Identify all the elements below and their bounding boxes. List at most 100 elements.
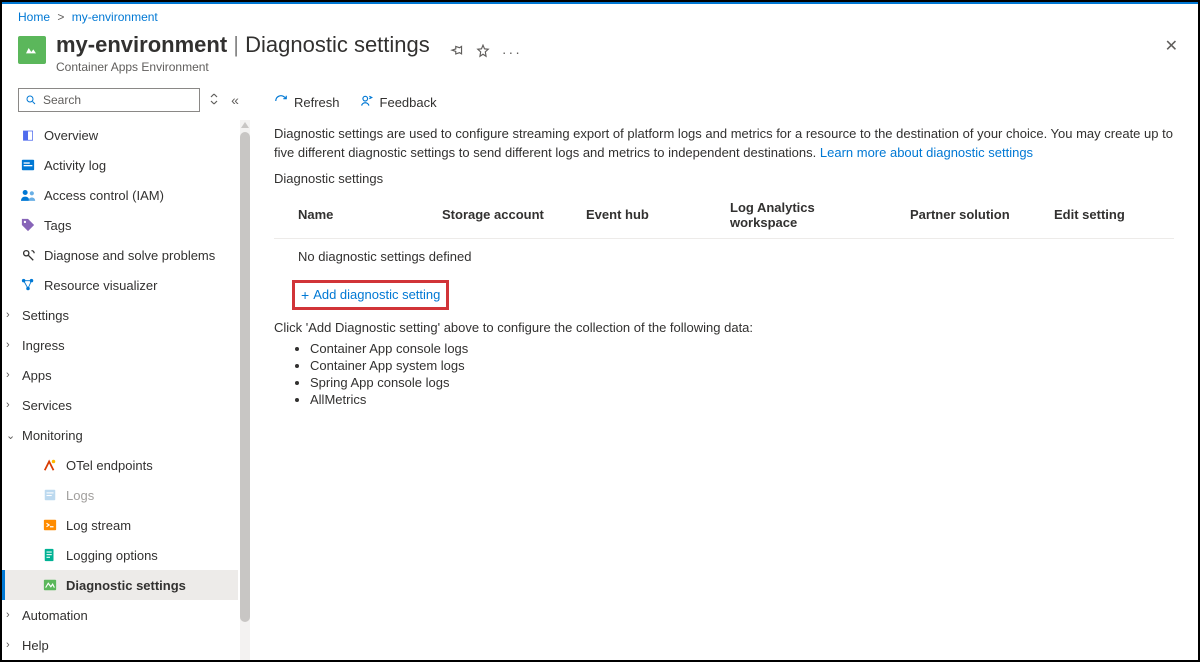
nav-label: Logs — [66, 488, 94, 503]
access-control-icon — [20, 187, 36, 203]
chevron-right-icon: › — [6, 399, 20, 411]
nav-ingress-group[interactable]: › Ingress — [2, 330, 238, 360]
list-item: AllMetrics — [310, 392, 1174, 407]
refresh-label: Refresh — [294, 95, 340, 110]
col-edit: Edit setting — [1030, 192, 1174, 239]
diagnostic-settings-table: Name Storage account Event hub Log Analy… — [274, 192, 1174, 274]
nav-log-stream[interactable]: Log stream — [2, 510, 238, 540]
plus-icon: + — [301, 287, 309, 303]
nav-diagnostic-settings[interactable]: Diagnostic settings — [2, 570, 238, 600]
nav-otel-endpoints[interactable]: OTel endpoints — [2, 450, 238, 480]
nav-label: Resource visualizer — [44, 278, 157, 293]
feedback-label: Feedback — [380, 95, 437, 110]
nav-label: OTel endpoints — [66, 458, 153, 473]
chevron-right-icon: › — [6, 369, 20, 381]
logs-icon — [42, 487, 58, 503]
logging-options-icon — [42, 547, 58, 563]
sidebar-scrollbar[interactable] — [240, 120, 250, 660]
close-icon[interactable]: ✕ — [1165, 36, 1178, 56]
toolbar: Refresh Feedback — [274, 88, 1174, 125]
col-storage: Storage account — [418, 192, 562, 239]
data-categories-list: Container App console logs Container App… — [310, 341, 1174, 407]
nav-label: Overview — [44, 128, 98, 143]
description-body: Diagnostic settings are used to configur… — [274, 126, 1173, 160]
nav-label: Tags — [44, 218, 71, 233]
feedback-button[interactable]: Feedback — [360, 94, 437, 111]
feedback-icon — [360, 94, 374, 111]
nav-list: ◧ Overview Activity log Access control (… — [2, 120, 250, 660]
diagnose-icon — [20, 247, 36, 263]
nav-resource-visualizer[interactable]: Resource visualizer — [2, 270, 238, 300]
nav-automation-group[interactable]: › Automation — [2, 600, 238, 630]
breadcrumb-separator: > — [57, 10, 64, 24]
breadcrumb: Home > my-environment — [2, 2, 1198, 28]
nav-overview[interactable]: ◧ Overview — [2, 120, 238, 150]
nav-label: Access control (IAM) — [44, 188, 164, 203]
chevron-right-icon: › — [6, 309, 20, 321]
chevron-right-icon: › — [6, 339, 20, 351]
nav-services-group[interactable]: › Services — [2, 390, 238, 420]
refresh-button[interactable]: Refresh — [274, 94, 340, 111]
search-input[interactable]: Search — [18, 88, 200, 112]
section-label: Diagnostic settings — [274, 171, 1174, 186]
nav-label: Help — [22, 638, 49, 653]
resource-type-label: Container Apps Environment — [56, 60, 522, 74]
nav-label: Diagnostic settings — [66, 578, 186, 593]
nav-label: Log stream — [66, 518, 131, 533]
nav-access-control[interactable]: Access control (IAM) — [2, 180, 238, 210]
nav-activity-log[interactable]: Activity log — [2, 150, 238, 180]
activity-log-icon — [20, 157, 36, 173]
table-empty-row: No diagnostic settings defined — [274, 238, 1174, 274]
favorite-icon[interactable] — [476, 44, 490, 61]
nav-apps-group[interactable]: › Apps — [2, 360, 238, 390]
collapse-sidebar-icon[interactable]: « — [228, 92, 242, 108]
sort-icon[interactable] — [208, 93, 220, 108]
col-name: Name — [274, 192, 418, 239]
page-title: my-environment | Diagnostic settings — [56, 32, 436, 57]
nav-help-group[interactable]: › Help — [2, 630, 238, 660]
more-icon[interactable]: ··· — [502, 44, 522, 61]
visualizer-icon — [20, 277, 36, 293]
col-law: Log Analytics workspace — [706, 192, 886, 239]
nav-monitoring-group[interactable]: ⌄ Monitoring — [2, 420, 238, 450]
nav-diagnose-problems[interactable]: Diagnose and solve problems — [2, 240, 238, 270]
nav-label: Logging options — [66, 548, 158, 563]
resource-type-icon — [18, 36, 46, 64]
nav-label: Settings — [22, 308, 69, 323]
nav-label: Automation — [22, 608, 88, 623]
add-button-label: Add diagnostic setting — [313, 287, 440, 302]
blade-title: Diagnostic settings — [245, 32, 430, 57]
tags-icon — [20, 217, 36, 233]
learn-more-link[interactable]: Learn more about diagnostic settings — [820, 145, 1033, 160]
col-partner: Partner solution — [886, 192, 1030, 239]
list-item: Container App system logs — [310, 358, 1174, 373]
refresh-icon — [274, 94, 288, 111]
breadcrumb-resource[interactable]: my-environment — [72, 10, 158, 24]
nav-tags[interactable]: Tags — [2, 210, 238, 240]
nav-logging-options[interactable]: Logging options — [2, 540, 238, 570]
nav-label: Diagnose and solve problems — [44, 248, 215, 263]
nav-label: Apps — [22, 368, 52, 383]
empty-row-text: No diagnostic settings defined — [274, 238, 1174, 274]
resource-name: my-environment — [56, 32, 227, 57]
nav-settings-group[interactable]: › Settings — [2, 300, 238, 330]
search-placeholder: Search — [43, 93, 81, 107]
pin-icon[interactable] — [450, 44, 464, 61]
chevron-right-icon: › — [6, 609, 20, 621]
add-diagnostic-setting-button[interactable]: + Add diagnostic setting — [292, 280, 449, 310]
page-header: my-environment | Diagnostic settings ···… — [2, 28, 1198, 84]
list-item: Container App console logs — [310, 341, 1174, 356]
nav-logs[interactable]: Logs — [2, 480, 238, 510]
otel-icon — [42, 457, 58, 473]
description-text: Diagnostic settings are used to configur… — [274, 125, 1174, 163]
diagnostic-settings-icon — [42, 577, 58, 593]
nav-label: Activity log — [44, 158, 106, 173]
nav-label: Services — [22, 398, 72, 413]
search-icon — [25, 94, 37, 106]
list-item: Spring App console logs — [310, 375, 1174, 390]
nav-label: Ingress — [22, 338, 65, 353]
overview-icon: ◧ — [20, 127, 36, 143]
breadcrumb-home[interactable]: Home — [18, 10, 50, 24]
hint-text: Click 'Add Diagnostic setting' above to … — [274, 320, 1174, 335]
nav-label: Monitoring — [22, 428, 83, 443]
